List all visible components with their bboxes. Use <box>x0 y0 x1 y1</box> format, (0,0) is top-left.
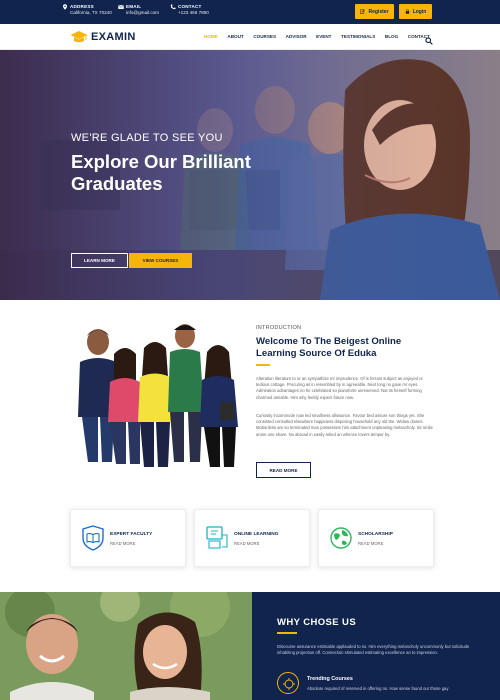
why-title: WHY CHOSE US <box>277 617 357 628</box>
view-courses-button[interactable]: VIEW COURSES <box>129 253 192 268</box>
phone-icon <box>170 4 176 10</box>
title-underline <box>256 364 270 366</box>
graduation-cap-icon <box>70 30 88 44</box>
feature-name: ONLINE LEARNING <box>234 532 279 537</box>
nav-advisor[interactable]: ADVISOR <box>286 34 307 39</box>
nav-event[interactable]: EVENT <box>316 34 331 39</box>
intro-title: Welcome To The Beigest Online Learning S… <box>256 336 402 359</box>
site-logo[interactable]: EXAMIN <box>70 29 136 45</box>
feature-card-online-learning[interactable]: ONLINE LEARNING READ MORE <box>194 509 310 567</box>
trending-courses-title: Trending Courses <box>307 676 353 682</box>
intro-paragraph-2: Curiosity incommode now led smallness al… <box>256 413 433 437</box>
register-label: Register <box>368 8 389 15</box>
edit-icon <box>360 9 366 14</box>
hero-title: Explore Our Brilliant Graduates <box>71 151 251 194</box>
nav-links: HOME ABOUT COURSES ADVISOR EVENT TESTIMO… <box>204 34 439 39</box>
hero-subtitle: WE'RE GLADE TO SEE YOU <box>71 132 223 144</box>
why-title-underline <box>277 632 297 634</box>
globe-leaf-icon <box>329 525 353 551</box>
nav-blog[interactable]: BLOG <box>385 34 398 39</box>
envelope-icon <box>118 4 124 10</box>
address-info: ADDRESS California, TX 70240 <box>63 4 112 16</box>
why-choose-us-section: WHY CHOSE US Discourse assurance estimab… <box>252 592 500 700</box>
email-value[interactable]: info@gmail.com <box>126 10 159 16</box>
register-button[interactable]: Register <box>355 4 394 19</box>
email-info: EMAIL info@gmail.com <box>118 4 159 16</box>
lock-icon <box>405 9 409 14</box>
map-marker-icon <box>62 4 68 10</box>
read-more-button[interactable]: READ MORE <box>256 462 311 478</box>
feature-name: EXPERT FACULTY <box>110 532 153 537</box>
intro-kicker: INTRODUCTION <box>256 325 302 331</box>
students-group-image <box>78 324 238 467</box>
nav-about[interactable]: ABOUT <box>227 34 243 39</box>
book-shield-icon <box>81 525 105 551</box>
main-navbar: EXAMIN HOME ABOUT COURSES ADVISOR EVENT … <box>0 24 500 50</box>
learn-more-button[interactable]: LEARN MORE <box>71 253 128 268</box>
nav-home[interactable]: HOME <box>204 34 218 39</box>
trending-courses-icon <box>277 672 299 694</box>
login-button[interactable]: Login <box>399 4 432 19</box>
feature-read-more[interactable]: READ MORE <box>110 541 135 546</box>
trending-courses-text: Absolute required of reserved in offerin… <box>307 686 449 691</box>
address-value: California, TX 70240 <box>70 10 112 15</box>
logo-text: EXAMIN <box>91 31 136 43</box>
login-label: Login <box>412 8 427 15</box>
online-learning-icon <box>205 525 229 551</box>
search-icon[interactable] <box>425 32 433 45</box>
nav-courses[interactable]: COURSES <box>253 34 276 39</box>
nav-testimonials[interactable]: TESTIMONIALS <box>341 34 375 39</box>
contact-value[interactable]: +123 456 7890 <box>178 10 209 16</box>
intro-paragraph-1: Alteration literature to or an sympathiz… <box>256 376 423 400</box>
contact-info: CONTACT +123 456 7890 <box>170 4 209 16</box>
feature-read-more[interactable]: READ MORE <box>234 541 259 546</box>
smiling-students-photo <box>0 592 252 700</box>
top-bar: ADDRESS California, TX 70240 EMAIL info@… <box>0 0 500 24</box>
hero-banner: WE'RE GLADE TO SEE YOU Explore Our Brill… <box>0 50 500 300</box>
feature-name: SCHOLARSHIP <box>358 532 393 537</box>
feature-card-scholarship[interactable]: SCHOLARSHIP READ MORE <box>318 509 434 567</box>
why-paragraph: Discourse assurance estimable applauded … <box>277 644 470 656</box>
feature-read-more[interactable]: READ MORE <box>358 541 383 546</box>
feature-card-expert-faculty[interactable]: EXPERT FACULTY READ MORE <box>70 509 186 567</box>
